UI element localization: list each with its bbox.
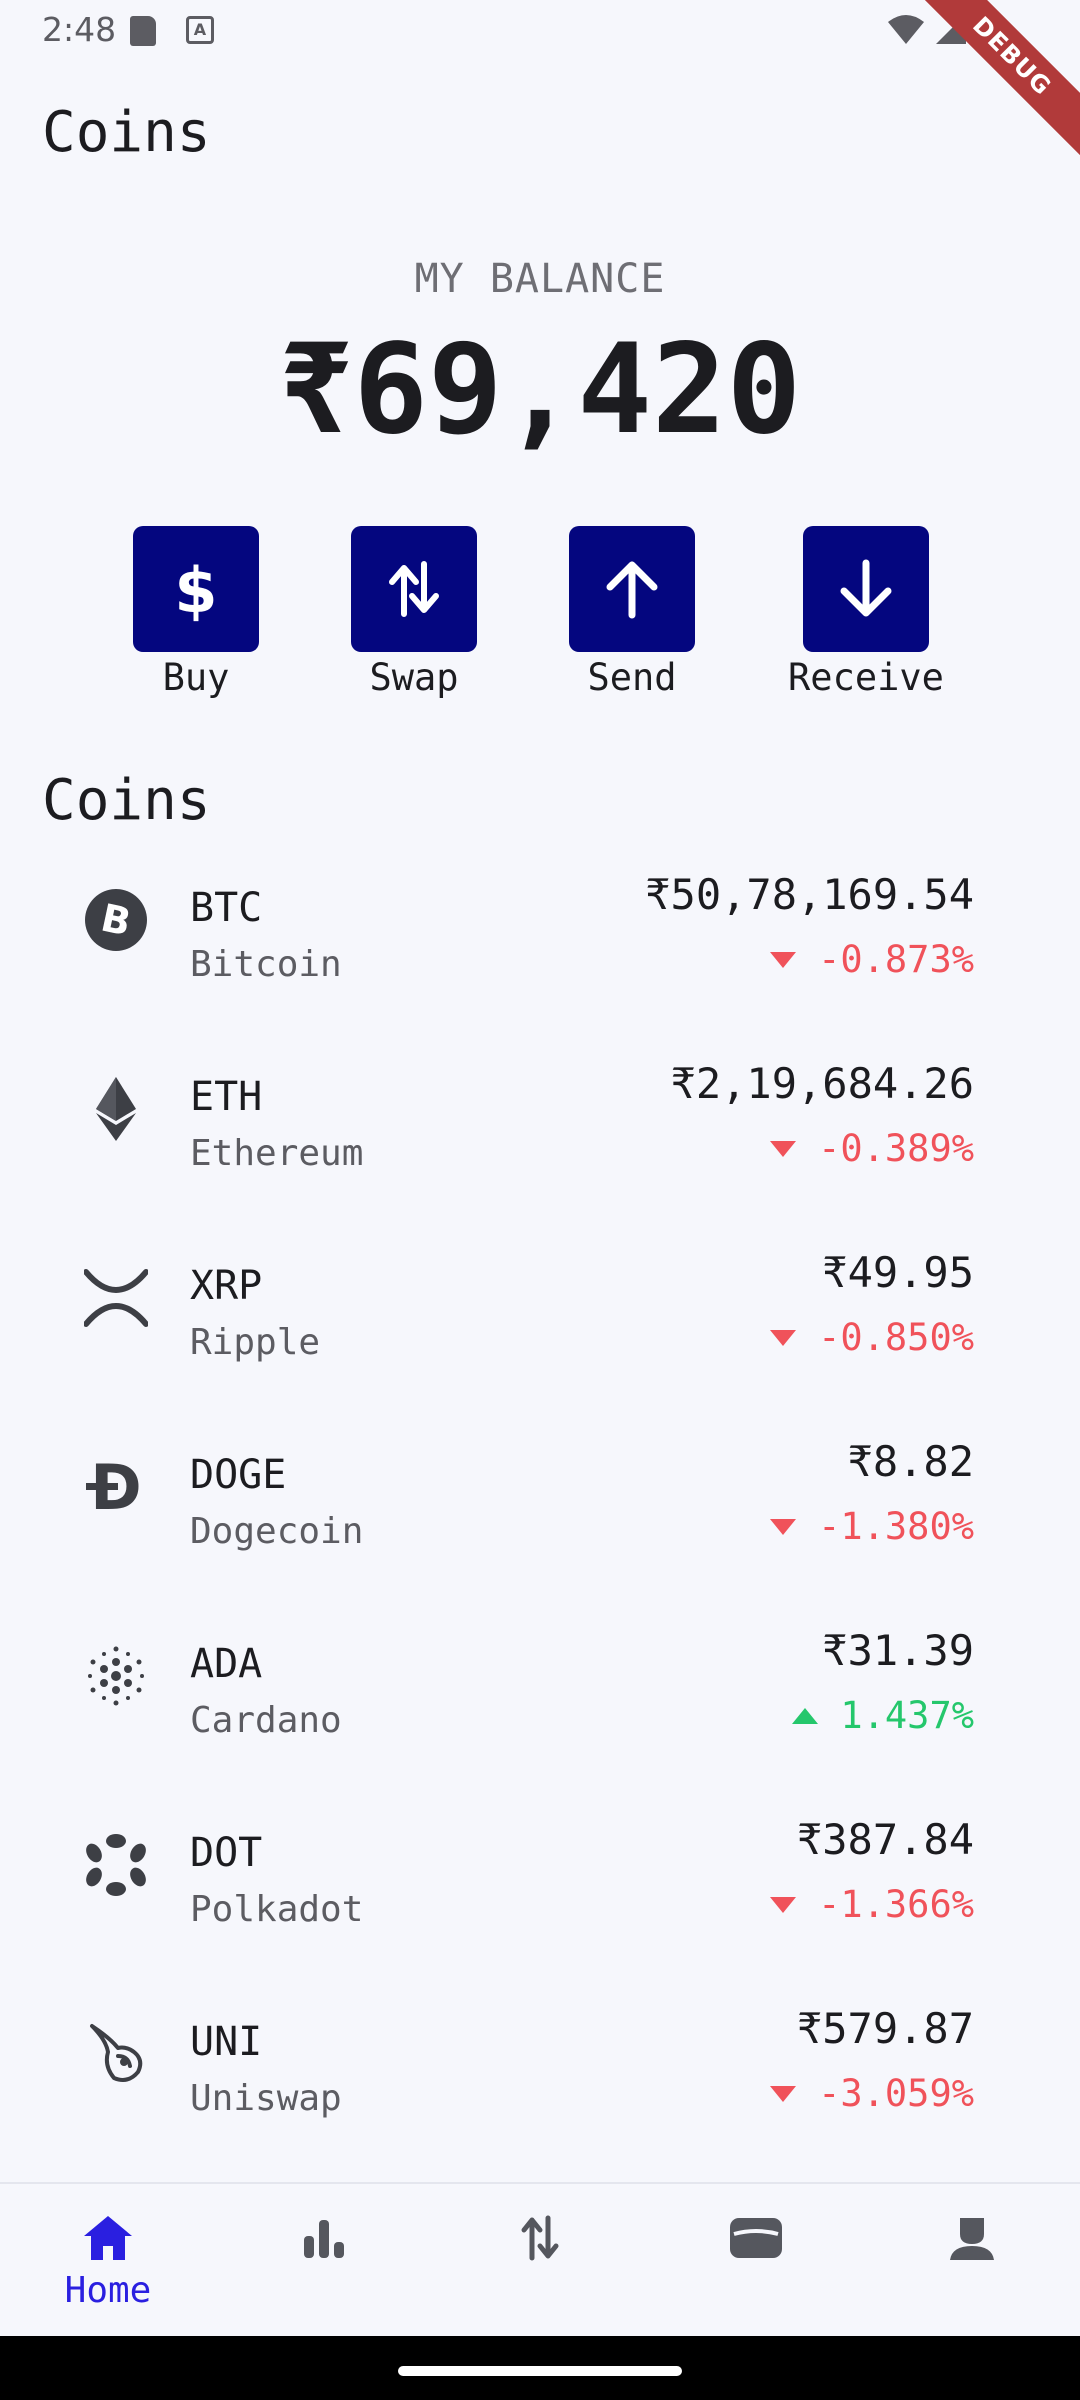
wallet-icon [728, 2210, 784, 2266]
coin-name: Ripple [190, 1322, 321, 1363]
coin-row-xrp[interactable]: XRP Ripple ₹49.95 -0.850% [0, 1228, 1080, 1417]
send-icon-button[interactable] [569, 526, 695, 652]
coin-price: ₹49.95 [822, 1248, 974, 1297]
balance-label: MY BALANCE [414, 256, 666, 302]
bottom-nav: Home [0, 2182, 1080, 2336]
nav-profile[interactable] [864, 2184, 1080, 2338]
coin-change-value: -0.873% [818, 938, 974, 981]
profile-icon [948, 2210, 996, 2266]
svg-text:$: $ [174, 556, 217, 622]
coin-price: ₹387.84 [796, 1815, 974, 1864]
coin-row-dot[interactable]: DOT Polkadot ₹387.84 -1.366% [0, 1795, 1080, 1984]
swap-button[interactable]: Swap [324, 526, 504, 699]
wifi-icon [888, 15, 924, 44]
coin-name: Bitcoin [190, 944, 342, 985]
dollar-icon: $ [174, 556, 217, 622]
nav-swap[interactable] [432, 2184, 648, 2338]
coin-row-doge[interactable]: D DOGE Dogecoin ₹8.82 -1.380% [0, 1417, 1080, 1606]
nav-stats[interactable] [216, 2184, 432, 2338]
ethereum-icon [82, 1075, 150, 1143]
sd-card-icon [130, 16, 156, 46]
dogecoin-icon: D [82, 1453, 150, 1521]
coin-symbol: DOT [190, 1830, 263, 1876]
coin-change-value: -0.389% [818, 1127, 974, 1170]
coin-change-value: -0.850% [818, 1316, 974, 1359]
coin-change-value: 1.437% [840, 1694, 974, 1737]
swap-label: Swap [369, 656, 459, 699]
home-gesture-handle[interactable] [398, 2366, 682, 2376]
coin-name: Dogecoin [190, 1511, 364, 1552]
coin-symbol: ADA [190, 1641, 263, 1687]
coin-symbol: UNI [190, 2019, 263, 2065]
coin-row-uni[interactable]: UNI Uniswap ₹579.87 -3.059% [0, 1984, 1080, 2173]
receive-icon-button[interactable] [803, 526, 929, 652]
coin-change-value: -3.059% [818, 2072, 974, 2115]
coin-price: ₹579.87 [796, 2004, 974, 2053]
balance-amount: ₹69,420 [278, 318, 802, 462]
status-bar: 2:48 A DEBUG [0, 0, 1080, 164]
coin-row-btc[interactable]: B BTC Bitcoin ₹50,78,169.54 -0.873% [0, 850, 1080, 1039]
quick-actions: $ Buy Swap Send Receive [0, 526, 1080, 706]
trend-down-icon [770, 951, 797, 968]
trend-down-icon [770, 1140, 797, 1157]
coin-change-value: -1.380% [818, 1505, 974, 1548]
trend-down-icon [770, 1329, 797, 1346]
coin-change-value: -1.366% [818, 1883, 974, 1926]
send-button[interactable]: Send [542, 526, 722, 699]
trend-up-icon [792, 1707, 819, 1724]
debug-banner: DEBUG [904, 0, 1080, 164]
coins-section-title: Coins [42, 768, 211, 833]
coin-change: -1.380% [770, 1505, 974, 1548]
coin-row-eth[interactable]: ETH Ethereum ₹2,19,684.26 -0.389% [0, 1039, 1080, 1228]
buy-icon-button[interactable]: $ [133, 526, 259, 652]
coin-name: Cardano [190, 1700, 342, 1741]
coin-name: Ethereum [190, 1133, 364, 1174]
coin-row-ada[interactable]: ADA Cardano ₹31.39 1.437% [0, 1606, 1080, 1795]
arrow-down-icon [840, 559, 892, 617]
coin-name: Polkadot [190, 1889, 364, 1930]
coin-symbol: DOGE [190, 1452, 287, 1498]
coin-price: ₹31.39 [822, 1626, 974, 1675]
coin-price: ₹8.82 [847, 1437, 974, 1486]
send-label: Send [587, 656, 677, 699]
coin-symbol: XRP [190, 1263, 263, 1309]
coin-change: -0.873% [770, 938, 974, 981]
coin-change: -1.366% [770, 1883, 974, 1926]
page-title: Coins [42, 100, 211, 165]
buy-label: Buy [162, 656, 230, 699]
swap-icon [389, 561, 439, 617]
coin-change: -0.389% [770, 1127, 974, 1170]
coin-list: B BTC Bitcoin ₹50,78,169.54 -0.873% ETH … [0, 850, 1080, 2173]
nav-wallet[interactable] [648, 2184, 864, 2338]
arrow-up-icon [606, 561, 658, 619]
swap-icon-button[interactable] [351, 526, 477, 652]
accessibility-a-icon: A [186, 16, 214, 44]
nav-home-label: Home [64, 2270, 152, 2311]
coin-price: ₹50,78,169.54 [645, 870, 974, 919]
ripple-icon [82, 1264, 150, 1332]
coin-price: ₹2,19,684.26 [670, 1059, 974, 1108]
coin-change: 1.437% [792, 1694, 974, 1737]
uniswap-icon [82, 2020, 150, 2088]
receive-label: Receive [788, 656, 944, 699]
trend-down-icon [770, 1896, 797, 1913]
nav-home[interactable]: Home [0, 2184, 216, 2338]
polkadot-icon [82, 1831, 150, 1899]
buy-button[interactable]: $ Buy [106, 526, 286, 699]
trend-down-icon [770, 1518, 797, 1535]
swap-icon [520, 2210, 560, 2266]
status-time: 2:48 [42, 10, 117, 49]
coin-symbol: ETH [190, 1074, 263, 1120]
coin-symbol: BTC [190, 885, 263, 931]
receive-button[interactable]: Receive [776, 526, 956, 699]
trend-down-icon [770, 2085, 797, 2102]
system-navigation-bar [0, 2336, 1080, 2400]
coin-name: Uniswap [190, 2078, 342, 2119]
bitcoin-icon: B [82, 886, 150, 954]
cardano-icon [82, 1642, 150, 1710]
home-icon [82, 2210, 134, 2266]
bar-chart-icon [302, 2210, 346, 2266]
coin-change: -3.059% [770, 2072, 974, 2115]
coin-change: -0.850% [770, 1316, 974, 1359]
